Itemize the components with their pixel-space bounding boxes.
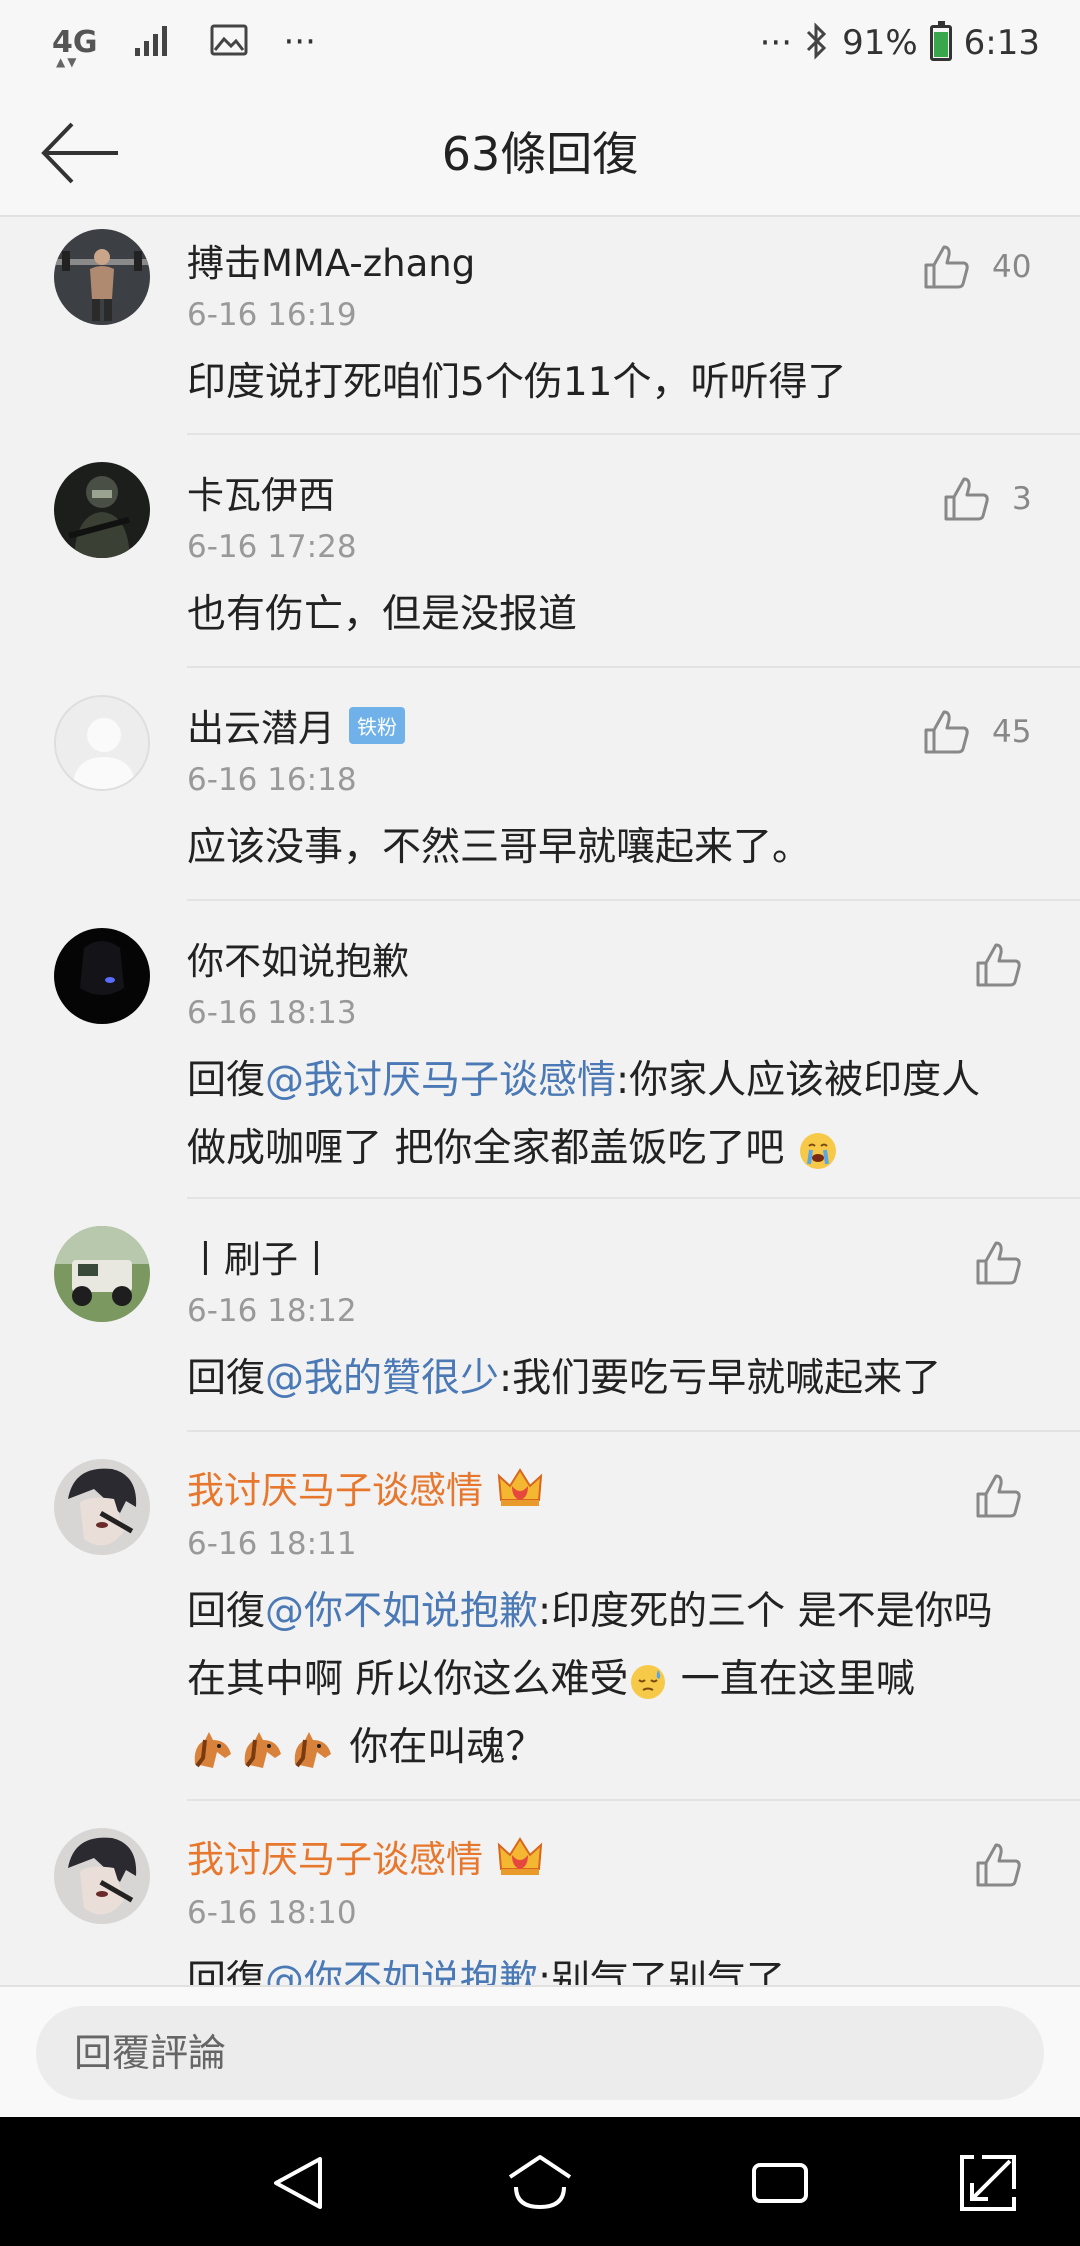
comment-timestamp: 6-16 18:12	[187, 1293, 357, 1329]
clock: 6:13	[963, 23, 1040, 63]
top-nav-bar: 63條回復	[0, 90, 1080, 217]
battery-icon	[929, 21, 952, 61]
comment-username[interactable]: 我讨厌马子谈感情	[187, 1460, 543, 1514]
comment-body-cont: 一直在这里喊	[668, 1657, 915, 1702]
thumbs-up-icon	[976, 943, 1021, 987]
comment-text: 应该没事，不然三哥早就嚷起来了。	[187, 825, 812, 870]
thumbs-up-icon	[924, 710, 969, 754]
gallery-icon	[210, 24, 248, 60]
like-button[interactable]	[974, 935, 1080, 995]
like-button[interactable]	[974, 1233, 1080, 1293]
fan-badge: 铁粉	[349, 706, 405, 744]
avatar[interactable]	[54, 928, 150, 1024]
thumbs-up-icon	[976, 1843, 1021, 1887]
avatar[interactable]	[54, 462, 150, 558]
mention-link[interactable]: @我讨厌马子谈感情	[265, 1058, 616, 1103]
comment-list[interactable]: 搏击MMA-zhang 6-16 16:19 印度说打死咱们5个伤11个，听听得…	[0, 217, 1080, 1985]
avatar[interactable]	[54, 1459, 150, 1555]
comment-text: 印度说打死咱们5个伤11个，听听得了	[187, 360, 847, 405]
sweat-emoji-icon	[631, 1664, 666, 1699]
comment-username[interactable]: 丨刷子丨	[187, 1229, 335, 1283]
avatar[interactable]	[54, 1828, 150, 1924]
default-avatar-icon	[56, 697, 148, 789]
comment-item: 我讨厌马子谈感情 6-16 18:10 回復@你不如说抱歉:别气了别气了	[0, 1801, 1080, 1985]
bluetooth-icon	[804, 22, 830, 64]
like-button[interactable]: 3	[942, 469, 1062, 529]
recent-apps-button[interactable]	[744, 2147, 816, 2219]
avatar[interactable]	[54, 695, 150, 791]
mention-link[interactable]: @我的贊很少	[265, 1356, 499, 1401]
comment-text: 回復@我的贊很少:我们要吃亏早就喊起来了	[187, 1345, 1017, 1413]
comment-username[interactable]: 出云潜月 铁粉	[187, 698, 405, 752]
comment-text: 回復@你不如说抱歉:别气了别气了	[187, 1947, 1017, 1985]
more-notifications-indicator: ···	[283, 22, 316, 62]
like-button[interactable]	[974, 1835, 1080, 1895]
comment-body: :我们要吃亏早就喊起来了	[499, 1356, 942, 1401]
horse-emoji-icon	[244, 1731, 281, 1768]
comment-body: :别气了别气了	[538, 1958, 786, 1985]
more-status-indicator: ···	[759, 23, 793, 63]
comment-text: 回復@你不如说抱歉:印度死的三个 是不是你吗在其中啊 所以你这么难受 一直在这里…	[187, 1578, 1017, 1782]
thumbs-up-icon	[976, 1474, 1021, 1518]
avatar[interactable]	[54, 229, 150, 325]
like-button[interactable]: 40	[922, 237, 1042, 297]
mention-link[interactable]: @你不如说抱歉	[265, 1589, 538, 1634]
system-nav-bar	[0, 2117, 1080, 2246]
comment-username[interactable]: 搏击MMA-zhang	[187, 233, 475, 287]
comment-item: 我讨厌马子谈感情 6-16 18:11 回復@你不如说抱歉:印度死的三个 是不是…	[0, 1432, 1080, 1801]
thumbs-up-icon	[976, 1241, 1021, 1285]
network-indicator: 4G ▲▼	[52, 24, 98, 69]
reply-prefix: 回復	[187, 1589, 266, 1634]
comment-username[interactable]: 你不如说抱歉	[187, 931, 409, 985]
like-count: 3	[1012, 481, 1032, 517]
comment-timestamp: 6-16 16:19	[187, 297, 357, 333]
crying-emoji-icon	[799, 1132, 836, 1169]
like-count: 45	[992, 714, 1032, 750]
comment-item: 你不如说抱歉 6-16 18:13 回復@我讨厌马子谈感情:你家人应该被印度人做…	[0, 901, 1080, 1199]
like-button[interactable]	[974, 1466, 1080, 1526]
battery-percent: 91%	[842, 23, 918, 63]
signal-icon	[134, 24, 174, 60]
comment-timestamp: 6-16 16:18	[187, 762, 357, 798]
comment-item: 出云潜月 铁粉 6-16 16:18 应该没事，不然三哥早就嚷起来了。 45	[0, 668, 1080, 901]
page-title: 63條回復	[441, 127, 639, 181]
comment-timestamp: 6-16 17:28	[187, 529, 357, 565]
comment-body-end: 你在叫魂？	[337, 1725, 545, 1770]
comment-item: 卡瓦伊西 6-16 17:28 也有伤亡，但是没报道 3	[0, 435, 1080, 668]
reply-input[interactable]	[36, 2006, 1044, 2100]
reply-prefix: 回復	[187, 1058, 266, 1103]
horse-emoji-icon	[194, 1731, 231, 1768]
comment-timestamp: 6-16 18:11	[187, 1526, 357, 1562]
comment-timestamp: 6-16 18:10	[187, 1895, 357, 1931]
comment-item: 搏击MMA-zhang 6-16 16:19 印度说打死咱们5个伤11个，听听得…	[0, 217, 1080, 435]
vip-crown-icon	[497, 1837, 543, 1875]
recent-apps-icon	[752, 2163, 808, 2203]
reply-prefix: 回復	[187, 1356, 266, 1401]
avatar[interactable]	[54, 1226, 150, 1322]
triangle-back-icon	[274, 2157, 322, 2209]
comment-timestamp: 6-16 18:13	[187, 995, 357, 1031]
comment-text: 也有伤亡，但是没报道	[187, 592, 578, 637]
mention-link[interactable]: @你不如说抱歉	[265, 1958, 538, 1985]
comment-item: 丨刷子丨 6-16 18:12 回復@我的贊很少:我们要吃亏早就喊起来了	[0, 1199, 1080, 1432]
comment-text: 回復@我讨厌马子谈感情:你家人应该被印度人做成咖喱了 把你全家都盖饭吃了吧	[187, 1047, 1017, 1183]
thumbs-up-icon	[944, 477, 989, 521]
expand-screen-icon	[960, 2155, 1016, 2211]
horse-emoji-icon	[294, 1731, 331, 1768]
home-nav-button[interactable]	[504, 2147, 576, 2219]
comment-username[interactable]: 我讨厌马子谈感情	[187, 1829, 543, 1883]
comment-username[interactable]: 卡瓦伊西	[187, 465, 335, 519]
expand-button[interactable]	[952, 2147, 1024, 2219]
reply-prefix: 回復	[187, 1958, 266, 1985]
home-icon	[508, 2155, 572, 2210]
reply-bar	[0, 1985, 1080, 2117]
like-count: 40	[992, 249, 1032, 285]
status-bar: 4G ▲▼ ··· ··· 91% 6:13	[0, 0, 1080, 90]
back-nav-button[interactable]	[264, 2147, 336, 2219]
thumbs-up-icon	[924, 245, 969, 289]
vip-crown-icon	[497, 1468, 543, 1506]
like-button[interactable]: 45	[922, 702, 1042, 762]
